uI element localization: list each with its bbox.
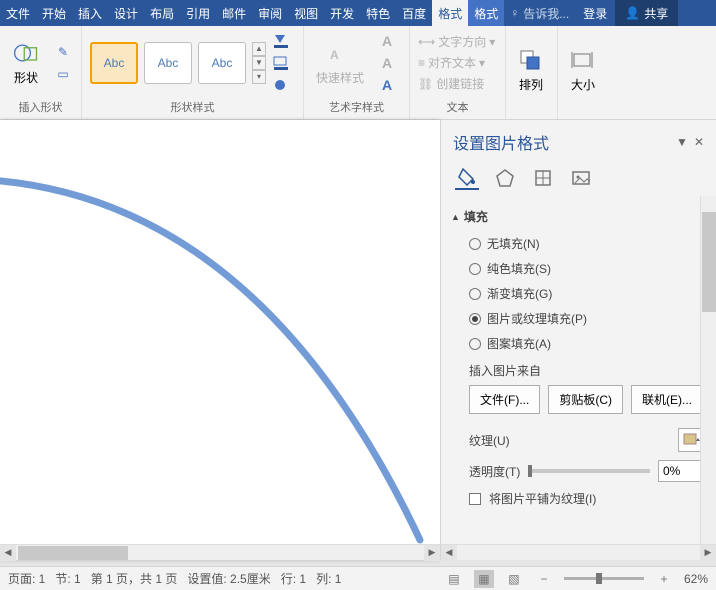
status-setval[interactable]: 设置值: 2.5厘米 <box>187 570 270 587</box>
link-icon: ⛓ <box>418 77 433 91</box>
align-text-icon: ≡ <box>418 56 425 70</box>
gallery-down[interactable]: ▼ <box>252 56 266 70</box>
status-col[interactable]: 列: 1 <box>316 570 341 587</box>
shape-effects-button[interactable] <box>270 76 292 94</box>
gallery-up[interactable]: ▲ <box>252 42 266 56</box>
pane-vscrollbar[interactable] <box>700 196 716 544</box>
size-button[interactable]: 大小 <box>562 44 604 97</box>
status-pages[interactable]: 第 1 页，共 1 页 <box>91 570 178 587</box>
document-canvas[interactable] <box>0 120 440 560</box>
status-page[interactable]: 页面: 1 <box>8 570 45 587</box>
zoom-slider[interactable] <box>564 577 644 580</box>
insert-from-clipboard-button[interactable]: 剪贴板(C) <box>548 385 623 414</box>
arrange-button[interactable]: 排列 <box>510 44 552 97</box>
tab-insert[interactable]: 插入 <box>72 0 108 26</box>
text-outline-button: A <box>376 54 398 72</box>
pane-close-button[interactable]: ✕ <box>694 135 704 149</box>
radio-gradient-fill[interactable]: 渐变填充(G) <box>469 285 706 302</box>
pane-tab-fill[interactable] <box>455 166 479 190</box>
pane-scroll-left[interactable]: ◀ <box>441 545 457 561</box>
pane-tab-layout[interactable] <box>531 166 555 190</box>
texture-label: 纹理(U) <box>469 432 510 449</box>
insert-from-file-button[interactable]: 文件(F)... <box>469 385 540 414</box>
tab-layout[interactable]: 布局 <box>144 0 180 26</box>
share-icon: 👤 <box>625 6 640 20</box>
pane-tab-effects[interactable] <box>493 166 517 190</box>
shape-style-1[interactable]: Abc <box>90 42 138 84</box>
transparency-input[interactable] <box>658 460 706 482</box>
arrange-icon <box>518 48 544 74</box>
share-button[interactable]: 👤共享 <box>615 0 678 26</box>
align-text-button: ≡对齐文本▾ <box>416 53 497 72</box>
tab-developer[interactable]: 开发 <box>324 0 360 26</box>
tab-mailings[interactable]: 邮件 <box>216 0 252 26</box>
shape-arc <box>0 120 440 560</box>
group-text: 文本 <box>414 97 501 117</box>
tile-label: 将图片平铺为纹理(I) <box>489 490 596 507</box>
tab-design[interactable]: 设计 <box>108 0 144 26</box>
transparency-label: 透明度(T) <box>469 463 520 480</box>
zoom-level[interactable]: 62% <box>684 572 708 586</box>
text-direction-button: ⟷文字方向▾ <box>416 32 497 51</box>
wordart-icon: A <box>326 39 354 67</box>
status-line[interactable]: 行: 1 <box>281 570 306 587</box>
tab-view[interactable]: 视图 <box>288 0 324 26</box>
edit-shape-button[interactable]: ✎ <box>52 43 74 61</box>
tab-file[interactable]: 文件 <box>0 0 36 26</box>
text-direction-icon: ⟷ <box>418 35 435 49</box>
shapes-icon <box>12 39 40 67</box>
tab-format1[interactable]: 格式 <box>432 0 468 26</box>
group-wordart-styles: 艺术字样式 <box>308 97 405 117</box>
shapes-button[interactable]: 形状 <box>4 35 48 90</box>
radio-no-fill[interactable]: 无填充(N) <box>469 235 706 252</box>
shape-fill-button[interactable] <box>270 32 292 50</box>
view-web-button[interactable]: ▧ <box>504 570 524 588</box>
lightbulb-icon: ♀ <box>510 6 519 20</box>
radio-solid-fill[interactable]: 纯色填充(S) <box>469 260 706 277</box>
svg-text:A: A <box>330 48 339 62</box>
doc-scroll-left[interactable]: ◀ <box>0 545 16 561</box>
tab-format2[interactable]: 格式 <box>468 0 504 26</box>
group-shape-styles: 形状样式 <box>86 97 299 117</box>
text-box-button[interactable]: ▭ <box>52 65 74 83</box>
zoom-out-button[interactable]: − <box>534 570 554 588</box>
tab-addins[interactable]: 特色 <box>360 0 396 26</box>
pane-menu-button[interactable]: ▼ <box>676 135 688 149</box>
tab-references[interactable]: 引用 <box>180 0 216 26</box>
zoom-in-button[interactable]: + <box>654 570 674 588</box>
shape-style-2[interactable]: Abc <box>144 42 192 84</box>
insert-from-online-button[interactable]: 联机(E)... <box>631 385 703 414</box>
tab-baidu[interactable]: 百度 <box>396 0 432 26</box>
radio-pattern-fill[interactable]: 图案填充(A) <box>469 335 706 352</box>
pane-title: 设置图片格式 <box>453 130 549 154</box>
login-button[interactable]: 登录 <box>575 0 615 26</box>
shape-style-3[interactable]: Abc <box>198 42 246 84</box>
view-read-button[interactable]: ▤ <box>444 570 464 588</box>
section-fill-header[interactable]: ▲填充 <box>451 204 706 229</box>
tab-home[interactable]: 开始 <box>36 0 72 26</box>
pane-tab-picture[interactable] <box>569 166 593 190</box>
view-print-button[interactable]: ▦ <box>474 570 494 588</box>
status-section[interactable]: 节: 1 <box>55 570 80 587</box>
gallery-more[interactable]: ▾ <box>252 70 266 84</box>
size-icon <box>570 48 596 74</box>
quick-styles-button: A 快速样式 <box>308 35 372 90</box>
pane-scroll-right[interactable]: ▶ <box>700 545 716 561</box>
insert-picture-from-label: 插入图片来自 <box>451 360 706 385</box>
tell-me[interactable]: ♀告诉我... <box>504 0 575 26</box>
radio-picture-fill[interactable]: 图片或纹理填充(P) <box>469 310 706 327</box>
tab-review[interactable]: 审阅 <box>252 0 288 26</box>
doc-scroll-thumb[interactable] <box>18 546 128 560</box>
doc-scroll-right[interactable]: ▶ <box>424 545 440 561</box>
shape-outline-button[interactable] <box>270 54 292 72</box>
text-effects-button[interactable]: A <box>376 76 398 94</box>
text-fill-button: A <box>376 32 398 50</box>
create-link-button: ⛓创建链接 <box>416 74 497 93</box>
tile-checkbox[interactable] <box>469 493 481 505</box>
transparency-slider[interactable] <box>528 469 650 473</box>
collapse-icon: ▲ <box>451 212 460 222</box>
group-insert-shape: 插入形状 <box>4 97 77 117</box>
